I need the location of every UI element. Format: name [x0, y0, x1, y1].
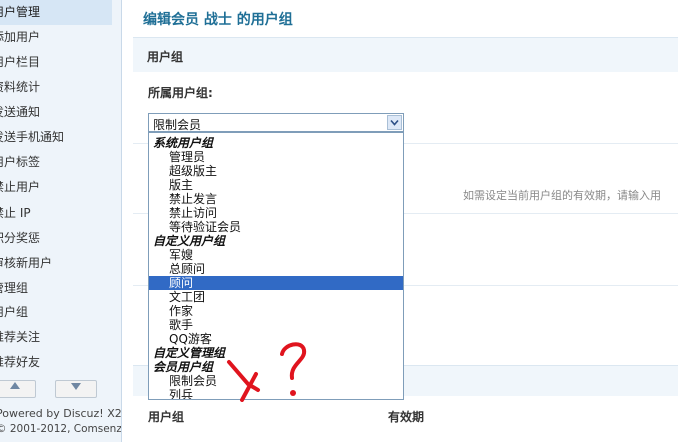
option-banned-post[interactable]: 禁止发言 — [149, 192, 403, 206]
copyright: © 2001-2012, Comsenz Inc. — [0, 423, 122, 435]
sidebar-item-ban-user[interactable]: 禁止用户 — [0, 175, 112, 200]
sidebar-item-add-user[interactable]: 添加用户 — [0, 25, 112, 50]
chevron-down-icon[interactable] — [387, 115, 402, 130]
powered-by: Powered by Discuz! X2.5 — [0, 407, 122, 420]
option-awaiting-verification[interactable]: 等待验证会员 — [149, 220, 403, 234]
sidebar-scroll-buttons — [0, 380, 112, 398]
option-singer[interactable]: 歌手 — [149, 318, 403, 332]
section-header: 用户组 — [133, 37, 678, 72]
sidebar-item-send-notice[interactable]: 发送通知 — [0, 100, 112, 125]
option-junsao[interactable]: 军嫂 — [149, 248, 403, 262]
option-admin[interactable]: 管理员 — [149, 150, 403, 164]
sidebar-item-profile-stats[interactable]: 资料统计 — [0, 75, 112, 100]
usergroup-select[interactable]: 限制会员 — [148, 113, 404, 132]
sidebar: 用户管理 添加用户 用户栏目 资料统计 发送通知 发送手机通知 用户标签 禁止用… — [0, 0, 122, 442]
field-label: 所属用户组: — [148, 86, 213, 100]
option-writer[interactable]: 作家 — [149, 304, 403, 318]
option-chief-advisor[interactable]: 总顾问 — [149, 262, 403, 276]
optgroup-system: 系统用户组 — [153, 136, 214, 150]
sidebar-item-recommend-friends[interactable]: 推荐好友 — [0, 350, 112, 375]
sidebar-item-ban-ip[interactable]: 禁止 IP — [0, 201, 112, 226]
sidebar-item-send-mobile-notice[interactable]: 发送手机通知 — [0, 125, 112, 150]
sidebar-item-review-new-users[interactable]: 审核新用户 — [0, 251, 112, 276]
sidebar-item-user-tags[interactable]: 用户标签 — [0, 150, 112, 175]
down-arrow-icon[interactable] — [55, 380, 97, 398]
sidebar-item-admin-groups[interactable]: 管理组 — [0, 276, 112, 301]
up-arrow-icon[interactable] — [0, 380, 36, 398]
sidebar-item-user-columns[interactable]: 用户栏目 — [0, 50, 112, 75]
option-advisor[interactable]: 顾问 — [149, 276, 403, 290]
section-title: 用户组 — [147, 50, 184, 64]
sidebar-item-credit-rewards[interactable]: 积分奖惩 — [0, 226, 112, 251]
sidebar-item-user-groups[interactable]: 用户组 — [0, 300, 112, 325]
option-super-moderator[interactable]: 超级版主 — [149, 164, 403, 178]
select-value: 限制会员 — [153, 118, 202, 132]
optgroup-custom-user: 自定义用户组 — [153, 234, 226, 248]
option-moderator[interactable]: 版主 — [149, 178, 403, 192]
page-title: 编辑会员 战士 的用户组 — [143, 12, 293, 28]
sidebar-item-recommend-follow[interactable]: 推荐关注 — [0, 325, 112, 350]
option-banned-access[interactable]: 禁止访问 — [149, 206, 403, 220]
table-header-group: 用户组 — [148, 410, 185, 424]
sidebar-item-user-management[interactable]: 用户管理 — [0, 0, 112, 25]
expiry-hint: 如需设定当前用户组的有效期，请输入用 — [463, 189, 661, 202]
red-annotation-mark — [227, 342, 307, 402]
table-header-expiry: 有效期 — [388, 410, 425, 424]
option-art-troupe[interactable]: 文工团 — [149, 290, 403, 304]
